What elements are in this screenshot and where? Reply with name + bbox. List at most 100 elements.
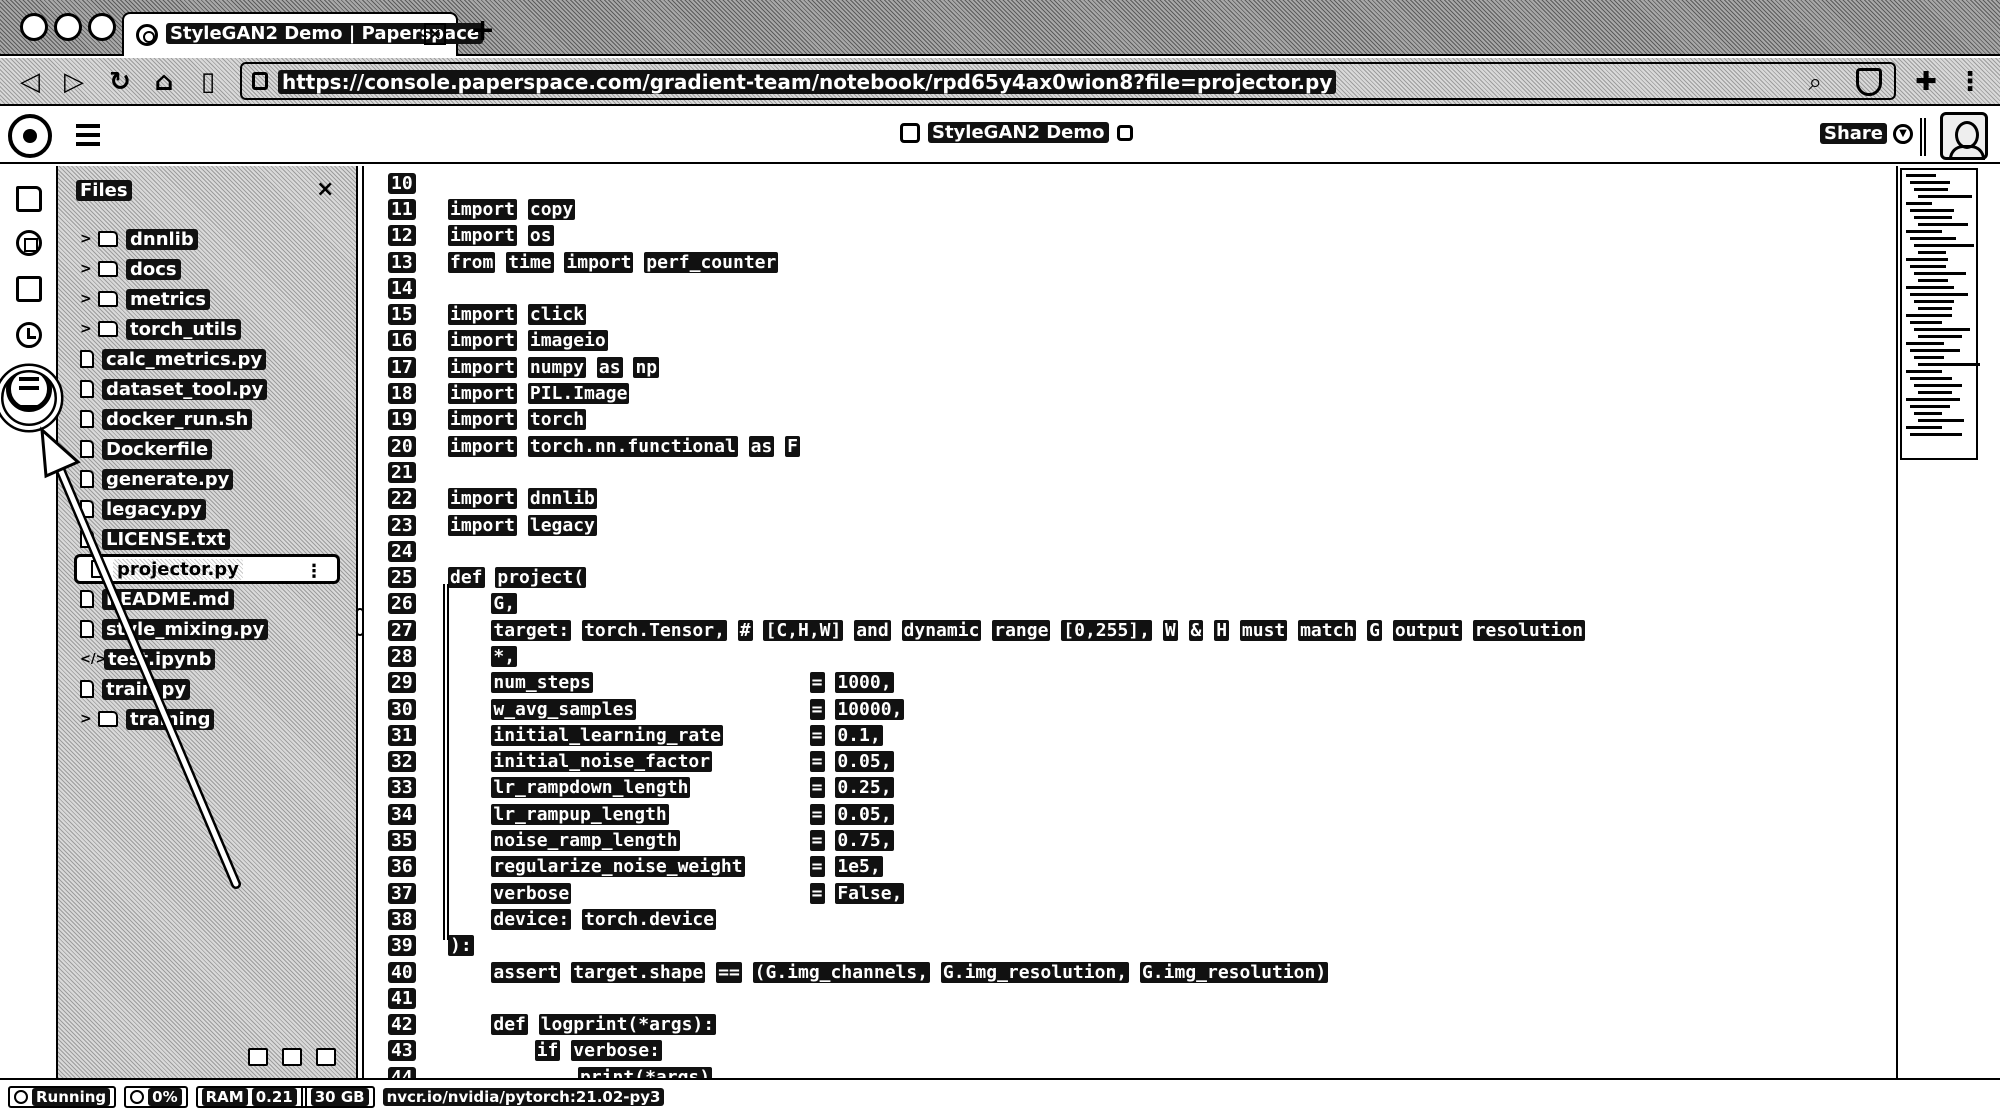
line-number: 21 (388, 461, 430, 483)
share-button[interactable]: Share ▼ (1820, 123, 1914, 144)
notebook-title-group[interactable]: StyleGAN2 Demo (900, 122, 1133, 143)
ram-separator (300, 1086, 307, 1108)
forward-icon[interactable]: ▷ (58, 66, 90, 98)
file-tree-file[interactable]: generate.py (66, 464, 348, 494)
user-avatar[interactable] (1940, 112, 1988, 160)
reload-icon[interactable]: ↻ (104, 66, 136, 98)
line-number: 43 (388, 1040, 430, 1062)
browser-menu-icon[interactable]: ⋮ (1954, 66, 1986, 98)
left-icon-rail (0, 166, 58, 1078)
code-token: *, (491, 645, 518, 667)
file-tree-folder[interactable]: > dnnlib (66, 224, 348, 254)
new-tab-icon[interactable]: + (470, 16, 495, 46)
line-source: assert target.shape == (G.img_channels, … (448, 961, 1329, 983)
files-panel-title: Files (76, 180, 132, 201)
window-close-button[interactable] (20, 13, 48, 41)
line-number-text: 13 (388, 251, 416, 273)
file-tree-file[interactable]: README.md (66, 584, 348, 614)
line-number-text: 40 (388, 961, 416, 983)
logs-icon[interactable] (16, 276, 42, 302)
back-icon[interactable]: ◁ (14, 66, 46, 98)
line-source: *, (448, 645, 518, 667)
file-tree-file[interactable]: docker_run.sh (66, 404, 348, 434)
history-icon[interactable] (16, 322, 42, 348)
share-label: Share (1820, 123, 1888, 144)
line-number-text: 23 (388, 514, 416, 536)
file-tree-folder[interactable]: > docs (66, 254, 348, 284)
line-number: 22 (388, 488, 430, 510)
line-number: 15 (388, 304, 430, 326)
code-line: 11 import copy (388, 196, 1868, 222)
file-tree-file[interactable]: LICENSE.txt (66, 524, 348, 554)
brave-shield-icon[interactable] (1856, 68, 1882, 96)
new-notebook-icon[interactable] (248, 1048, 268, 1066)
chevron-right-icon[interactable]: > (80, 291, 98, 307)
chevron-right-icon[interactable]: > (80, 711, 98, 727)
home-icon[interactable]: ⌂ (148, 66, 180, 98)
kebab-menu-icon[interactable]: ⋮ (305, 561, 323, 582)
code-line: 35 noise_ramp_length = 0.75, (388, 827, 1868, 853)
code-line: 22 import dnnlib (388, 486, 1868, 512)
new-folder-icon[interactable] (316, 1048, 336, 1066)
browser-tab-active[interactable]: StyleGAN2 Demo | Paperspace × (122, 12, 484, 56)
line-number: 26 (388, 593, 430, 615)
code-token: resolution (1472, 619, 1586, 641)
code-token: verbose: (571, 1040, 662, 1062)
file-tree-folder[interactable]: > metrics (66, 284, 348, 314)
file-tree-file[interactable]: style_mixing.py (66, 614, 348, 644)
chevron-right-icon[interactable]: > (80, 321, 98, 337)
chevron-right-icon[interactable]: > (80, 261, 98, 277)
code-line: 44 print(*args) (388, 1064, 1868, 1078)
new-file-icon[interactable] (282, 1048, 302, 1066)
url-text[interactable]: https://console.paperspace.com/gradient-… (278, 70, 1337, 94)
minimap-line (1910, 321, 1942, 324)
close-panel-icon[interactable]: × (316, 179, 334, 201)
code-token: import (448, 330, 518, 352)
code-editor[interactable]: 10 11 import copy 12 import os 13 from time im… (362, 166, 1894, 1078)
machine-status[interactable]: Running (8, 1086, 117, 1108)
window-minimize-button[interactable] (54, 13, 82, 41)
tab-close-icon[interactable]: × (424, 23, 446, 45)
window-zoom-button[interactable] (88, 13, 116, 41)
file-tree-file[interactable]: legacy.py (66, 494, 348, 524)
line-source: import dnnlib (448, 488, 597, 510)
file-tree-file[interactable]: calc_metrics.py (66, 344, 348, 374)
file-name: README.md (102, 588, 234, 610)
minimap-line (1906, 342, 1944, 345)
address-bar[interactable]: https://console.paperspace.com/gradient-… (240, 62, 1896, 100)
file-tree-file[interactable]: dataset_tool.py (66, 374, 348, 404)
paperspace-logo-icon[interactable] (8, 114, 52, 158)
minimap[interactable] (1896, 166, 1998, 1078)
edit-title-icon[interactable] (1116, 124, 1133, 141)
code-token: if (534, 1040, 561, 1062)
code-token: initial_learning_rate (491, 724, 723, 746)
file-tree-file[interactable]: </> test.ipynb (66, 644, 348, 674)
file-tree-file[interactable]: train.py (66, 674, 348, 704)
line-number-text: 33 (388, 777, 416, 799)
code-token: [C,H,W] (763, 619, 844, 641)
file-tree-file[interactable]: projector.py ⋮ (74, 554, 340, 584)
zoom-icon[interactable]: ⌕ (1809, 68, 1822, 96)
line-source: verbose = False, (448, 882, 905, 904)
bookmark-icon[interactable]: ▯ (192, 66, 224, 98)
code-token: import (448, 356, 518, 378)
file-tree-folder[interactable]: > torch_utils (66, 314, 348, 344)
chevron-right-icon[interactable]: > (80, 231, 98, 247)
hamburger-menu-icon[interactable] (76, 124, 100, 146)
code-token: time (506, 251, 554, 273)
file-tree-file[interactable]: Dockerfile (66, 434, 348, 464)
extensions-icon[interactable]: ✚ (1910, 66, 1942, 98)
cpu-value: 0% (148, 1088, 182, 1106)
file-name: legacy.py (102, 498, 206, 520)
line-number: 10 (388, 172, 430, 194)
code-line: 36 regularize_noise_weight = 1e5, (388, 854, 1868, 880)
files-icon[interactable] (16, 186, 42, 212)
integrations-icon[interactable] (6, 366, 52, 412)
code-token: 0.05, (835, 751, 894, 773)
status-bar: Running 0% RAM 0.21 30 GB nvcr.io/nvidia… (0, 1078, 2000, 1114)
file-tree-folder[interactable]: > training (66, 704, 348, 734)
machine-icon[interactable] (16, 230, 42, 256)
line-number-text: 32 (388, 751, 416, 773)
